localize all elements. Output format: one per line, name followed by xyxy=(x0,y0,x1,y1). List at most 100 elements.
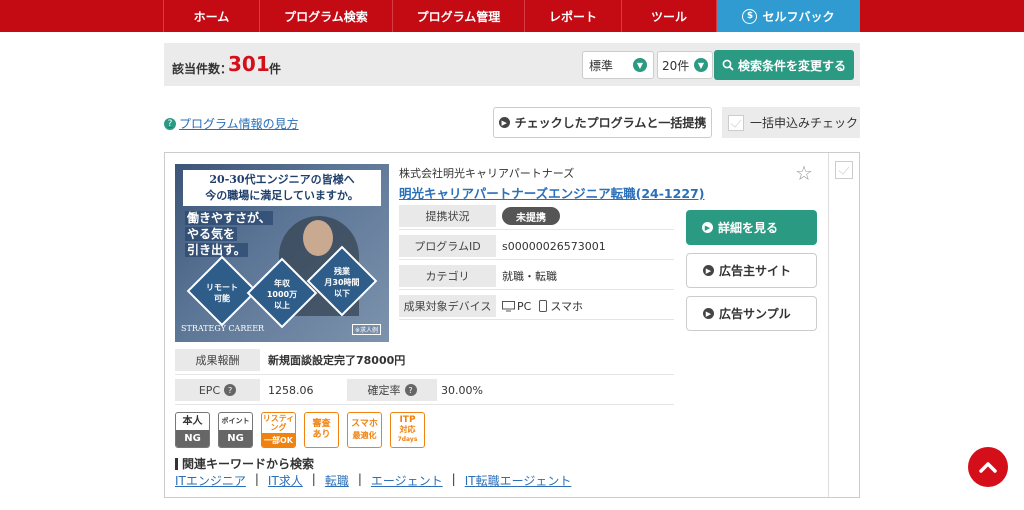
badge-overtime-b: 月30時間 xyxy=(324,278,360,287)
bulk-partner-label: チェックしたプログラムと一括提携 xyxy=(514,116,707,130)
badge-salary-b: 1000万 xyxy=(266,290,298,299)
nav-item-program-manage[interactable]: プログラム管理 xyxy=(393,0,525,32)
nav-item-self-back[interactable]: $ セルフバック xyxy=(717,0,860,32)
chevron-up-icon xyxy=(979,462,997,473)
info-value: PC スマホ xyxy=(502,295,583,317)
question-icon: ? xyxy=(164,117,176,130)
tag-self-bottom: NG xyxy=(176,430,209,447)
banner-sub-1: 働きやすさが、 xyxy=(185,211,273,225)
tag-itp: ITP 対応 7days xyxy=(390,412,425,448)
company-name: 株式会社明光キャリアパートナーズ xyxy=(399,167,575,180)
program-card: 20-30代エンジニアの皆様へ 今の職場に満足していますか。 働きやすさが、 や… xyxy=(164,152,860,498)
arrow-right-icon: ▶ xyxy=(703,265,714,276)
banner-face xyxy=(303,220,333,256)
epc-key-label: EPC xyxy=(198,383,221,397)
banner-sub-3: 引き出す。 xyxy=(185,243,248,257)
info-key: 成果対象デバイス xyxy=(399,295,496,317)
advertiser-site-label: 広告主サイト xyxy=(719,264,792,278)
bulk-apply-label: 一括申込みチェック xyxy=(750,116,859,130)
ad-sample-label: 広告サンプル xyxy=(719,307,791,321)
chevron-down-icon: ▼ xyxy=(633,58,647,72)
reward-key: 成果報酬 xyxy=(175,349,260,371)
back-to-top-button[interactable] xyxy=(968,447,1008,487)
keyword-link[interactable]: IT転職エージェント xyxy=(465,472,572,489)
monitor-icon xyxy=(502,300,515,311)
card-divider xyxy=(828,153,829,497)
status-badge: 未提携 xyxy=(502,207,560,225)
tag-listing-top-1: リスティ xyxy=(262,414,295,423)
banner-headline-1: 20-30代エンジニアの皆様へ xyxy=(209,173,355,186)
advertiser-site-button[interactable]: ▶ 広告主サイト xyxy=(686,253,817,288)
tag-mobile-1: スマホ xyxy=(351,419,378,429)
info-row-status: 提携状況 未提携 xyxy=(399,201,674,230)
keyword-separator: | xyxy=(451,472,456,486)
nav-label-report: レポート xyxy=(548,9,597,24)
tag-point: ポイント NG xyxy=(218,412,253,448)
question-icon[interactable]: ? xyxy=(224,384,237,396)
chevron-down-icon: ▼ xyxy=(694,58,708,72)
keyword-separator: | xyxy=(357,472,362,486)
help-link[interactable]: ? プログラム情報の見方 xyxy=(164,115,299,132)
change-search-label: 検索条件を変更する xyxy=(737,58,846,73)
bulk-apply-checkbox[interactable]: 一括申込みチェック xyxy=(722,107,860,138)
nav-item-home[interactable]: ホーム xyxy=(164,0,260,32)
keyword-separator: | xyxy=(311,472,316,486)
tag-mobile-2: 最適化 xyxy=(352,431,377,440)
tag-listing: リスティ ング 一部OK xyxy=(261,412,296,448)
sort-select-value: 標準 xyxy=(589,58,614,73)
tag-review-2: あり xyxy=(312,430,331,440)
view-detail-button[interactable]: ▶ 詳細を見る xyxy=(686,210,817,245)
info-row-category: カテゴリ 就職・転職 xyxy=(399,261,674,290)
bulk-partner-button[interactable]: ▶ チェックしたプログラムと一括提携 xyxy=(493,107,712,138)
badge-salary-c: 以上 xyxy=(274,301,290,310)
star-icon[interactable]: ☆ xyxy=(795,163,813,183)
tag-point-top: ポイント xyxy=(221,417,250,425)
per-page-select[interactable]: 20件 ▼ xyxy=(657,51,713,79)
help-link-label: プログラム情報の見方 xyxy=(179,117,299,131)
program-title-link[interactable]: 明光キャリアパートナーズエンジニア転職(24-1227) xyxy=(399,183,704,202)
result-count-unit: 件 xyxy=(269,62,282,76)
sort-select[interactable]: 標準 ▼ xyxy=(582,51,654,79)
info-key: プログラムID xyxy=(399,235,496,257)
keyword-section-title: 関連キーワードから検索 xyxy=(175,458,314,470)
nav-item-report[interactable]: レポート xyxy=(525,0,622,32)
banner-note: ※求人例 xyxy=(351,324,381,335)
arrow-right-icon: ▶ xyxy=(703,308,714,319)
info-key: カテゴリ xyxy=(399,265,496,287)
tag-itp-2: 対応 xyxy=(399,425,416,434)
tag-self: 本人 NG xyxy=(175,412,210,448)
banner-badge-overtime: 残業 月30時間 以下 xyxy=(310,266,374,299)
result-count-label: 該当件数： xyxy=(172,62,233,76)
info-row-program-id: プログラムID s00000026573001 xyxy=(399,231,674,260)
tag-self-top: 本人 xyxy=(182,416,203,427)
nav-item-tool[interactable]: ツール xyxy=(622,0,717,32)
keyword-link[interactable]: IT求人 xyxy=(268,472,303,489)
change-search-button[interactable]: 検索条件を変更する xyxy=(714,50,854,80)
self-back-icon: $ xyxy=(742,8,758,24)
tag-review: 審査 あり xyxy=(304,412,339,448)
arrow-right-icon: ▶ xyxy=(702,222,713,233)
info-key: 提携状況 xyxy=(399,205,496,227)
rate-key-label: 確定率 xyxy=(367,384,401,397)
badge-salary-a: 年収 xyxy=(274,279,290,288)
banner-badge-salary: 年収 1000万 以上 xyxy=(250,278,314,311)
search-icon xyxy=(722,59,734,71)
rate-key: 確定率 ? xyxy=(347,379,437,401)
nav-item-program-search[interactable]: プログラム検索 xyxy=(260,0,393,32)
tag-review-1: 審査 xyxy=(312,419,331,429)
ad-sample-button[interactable]: ▶ 広告サンプル xyxy=(686,296,817,331)
keyword-separator: | xyxy=(254,472,259,486)
info-value: 未提携 xyxy=(502,205,560,227)
epc-key: EPC ? xyxy=(175,379,260,401)
keyword-link[interactable]: 転職 xyxy=(325,472,349,489)
program-select-checkbox[interactable] xyxy=(835,161,853,179)
smartphone-icon xyxy=(539,300,548,312)
keyword-link[interactable]: エージェント xyxy=(371,472,443,489)
keyword-link[interactable]: ITエンジニア xyxy=(175,472,246,489)
tag-listing-top: リスティ ング xyxy=(263,413,295,433)
question-icon[interactable]: ? xyxy=(404,384,417,396)
program-banner-image[interactable]: 20-30代エンジニアの皆様へ 今の職場に満足していますか。 働きやすさが、 や… xyxy=(175,164,389,342)
tag-point-bottom: NG xyxy=(219,430,252,447)
info-value: s00000026573001 xyxy=(502,239,606,253)
badge-overtime-c: 以下 xyxy=(334,289,350,298)
